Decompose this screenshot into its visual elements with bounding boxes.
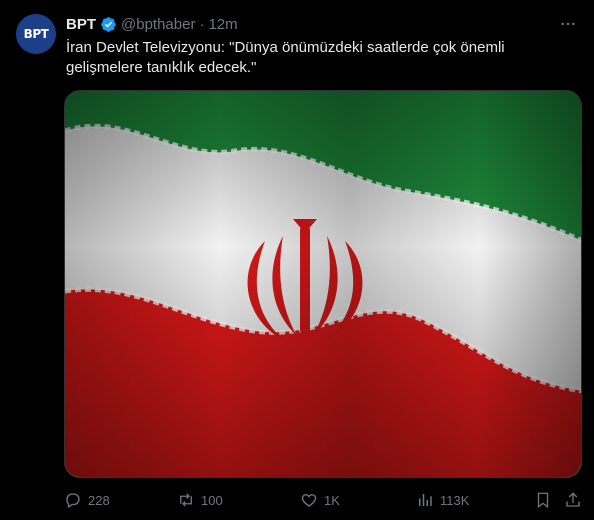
bookmark-icon	[537, 492, 549, 509]
reply-button[interactable]: 228	[64, 491, 110, 509]
verified-badge-icon	[100, 16, 117, 33]
tweet-actions: 228 100 1K 113K	[64, 488, 582, 512]
tweet-image[interactable]	[64, 90, 582, 478]
retweet-button[interactable]: 100	[177, 491, 223, 509]
tweet-text: İran Devlet Televizyonu: "Dünya önümüzde…	[66, 39, 505, 76]
separator-dot: ·	[199, 15, 205, 33]
reply-count: 228	[88, 492, 110, 508]
avatar-logo-text: BPT	[23, 27, 49, 41]
author-name[interactable]: BPT	[66, 16, 96, 33]
avatar[interactable]: BPT	[16, 14, 56, 54]
like-count: 1K	[324, 492, 340, 508]
more-horizontal-icon[interactable]	[558, 14, 578, 34]
analytics-icon	[419, 494, 432, 506]
retweet-icon	[180, 493, 192, 507]
tweet-header: BPT @bpthaber · 12m	[66, 14, 578, 34]
views-count: 113K	[440, 492, 470, 508]
share-icon	[566, 492, 580, 507]
timestamp[interactable]: 12m	[208, 16, 237, 33]
iran-flag-image	[65, 91, 581, 477]
heart-icon	[301, 494, 317, 507]
bookmark-button[interactable]	[534, 491, 552, 509]
author-handle[interactable]: @bpthaber	[121, 16, 195, 33]
share-button[interactable]	[564, 491, 582, 509]
retweet-count: 100	[201, 492, 223, 508]
like-button[interactable]: 1K	[300, 491, 340, 509]
views-button[interactable]: 113K	[416, 491, 469, 509]
reply-icon	[66, 493, 80, 508]
